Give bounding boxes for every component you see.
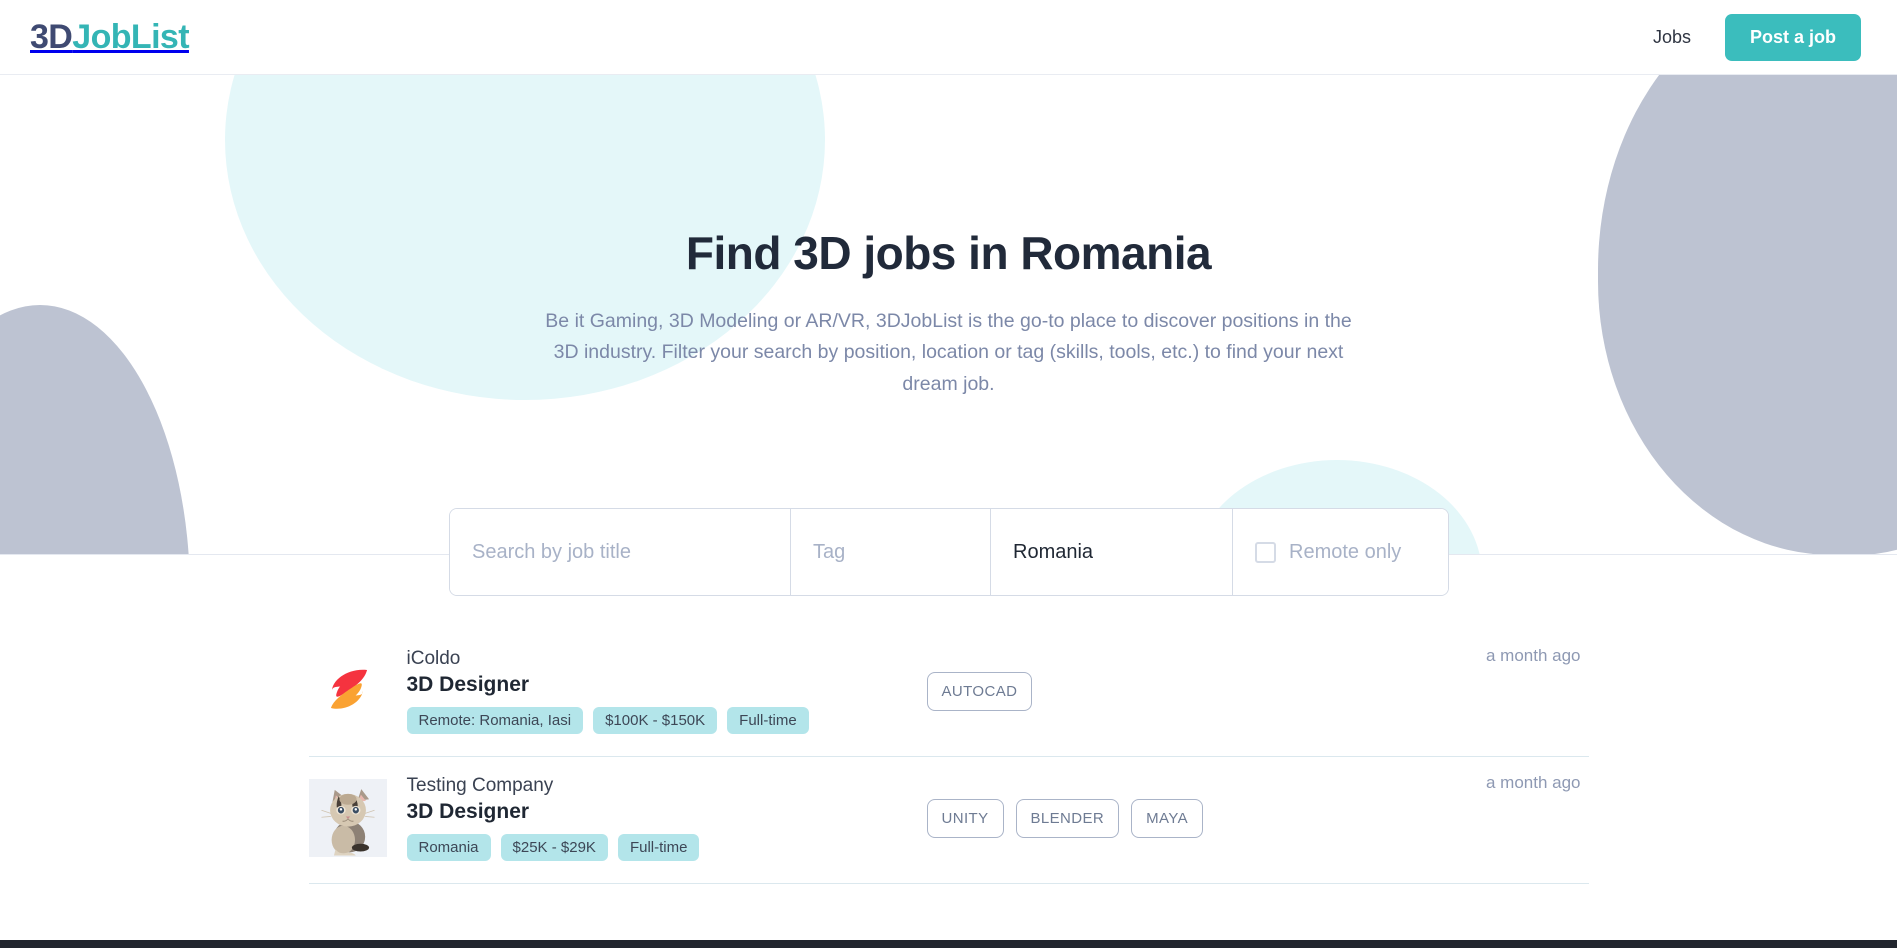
company-logo	[309, 652, 387, 730]
job-posted-date: a month ago	[1485, 646, 1581, 665]
job-tag-salary: $25K - $29K	[500, 834, 608, 861]
location-input[interactable]	[1013, 540, 1210, 564]
page-root: 3DJobList Jobs Post a job Find 3D jobs i…	[0, 0, 1897, 948]
job-summary: Testing Company 3D Designer Romania $25K…	[406, 775, 917, 861]
hero-subtitle: Be it Gaming, 3D Modeling or AR/VR, 3DJo…	[545, 309, 1352, 396]
job-tags: Remote: Romania, Iasi $100K - $150K Full…	[406, 707, 917, 734]
search-remote-field[interactable]: Remote only	[1233, 509, 1448, 595]
post-a-job-button[interactable]: Post a job	[1724, 13, 1861, 61]
search-input[interactable]	[472, 540, 768, 564]
company-name: iColdo	[406, 648, 461, 669]
page-title: Find 3D jobs in Romania	[685, 227, 1212, 279]
remote-only-checkbox[interactable]	[1255, 541, 1276, 563]
hero-section: Find 3D jobs in Romania Be it Gaming, 3D…	[0, 75, 1897, 555]
footer-strip	[0, 940, 1897, 948]
site-logo[interactable]: 3DJobList	[30, 18, 190, 56]
job-tag-type: Full-time	[727, 707, 809, 734]
job-summary: iColdo 3D Designer Remote: Romania, Iasi…	[406, 648, 917, 734]
job-skills: UNITY BLENDER MAYA	[917, 798, 1589, 838]
job-results-list: iColdo 3D Designer Remote: Romania, Iasi…	[0, 556, 1897, 884]
hero-content: Find 3D jobs in Romania Be it Gaming, 3D…	[0, 75, 1897, 401]
job-tag-location: Romania	[406, 834, 491, 861]
remote-only-toggle[interactable]: Remote only	[1255, 541, 1401, 564]
table-row[interactable]: iColdo 3D Designer Remote: Romania, Iasi…	[308, 630, 1589, 757]
skill-pill[interactable]: MAYA	[1131, 798, 1204, 838]
company-logo	[308, 779, 387, 857]
logo-prefix: 3D	[30, 18, 73, 56]
skill-pill[interactable]: AUTOCAD	[926, 671, 1033, 711]
job-tag-salary: $100K - $150K	[593, 707, 718, 734]
table-row[interactable]: Testing Company 3D Designer Romania $25K…	[308, 757, 1589, 884]
job-tag-type: Full-time	[617, 834, 700, 861]
search-title-field[interactable]	[450, 509, 791, 595]
job-title: 3D Designer	[406, 673, 530, 696]
skill-pill[interactable]: UNITY	[926, 798, 1004, 838]
nav-link-jobs[interactable]: Jobs	[1653, 27, 1691, 48]
flame-logo-icon	[330, 669, 367, 709]
company-name: Testing Company	[406, 775, 554, 796]
search-location-field[interactable]	[991, 509, 1233, 595]
job-tag-location: Remote: Romania, Iasi	[406, 707, 584, 734]
job-search-bar: Remote only	[449, 508, 1449, 596]
job-posted-date: a month ago	[1485, 773, 1581, 792]
tag-input[interactable]	[813, 540, 968, 564]
job-skills: AUTOCAD	[917, 671, 1589, 711]
job-tags: Romania $25K - $29K Full-time	[406, 834, 917, 861]
site-header: 3DJobList Jobs Post a job	[0, 0, 1897, 75]
kitten-photo-avatar	[308, 779, 387, 857]
job-title: 3D Designer	[406, 800, 530, 823]
skill-pill[interactable]: BLENDER	[1015, 798, 1120, 838]
logo-suffix: JobList	[72, 18, 189, 56]
header-nav: Jobs Post a job	[1653, 13, 1861, 61]
remote-only-label: Remote only	[1289, 540, 1402, 563]
search-tag-field[interactable]	[791, 509, 991, 595]
